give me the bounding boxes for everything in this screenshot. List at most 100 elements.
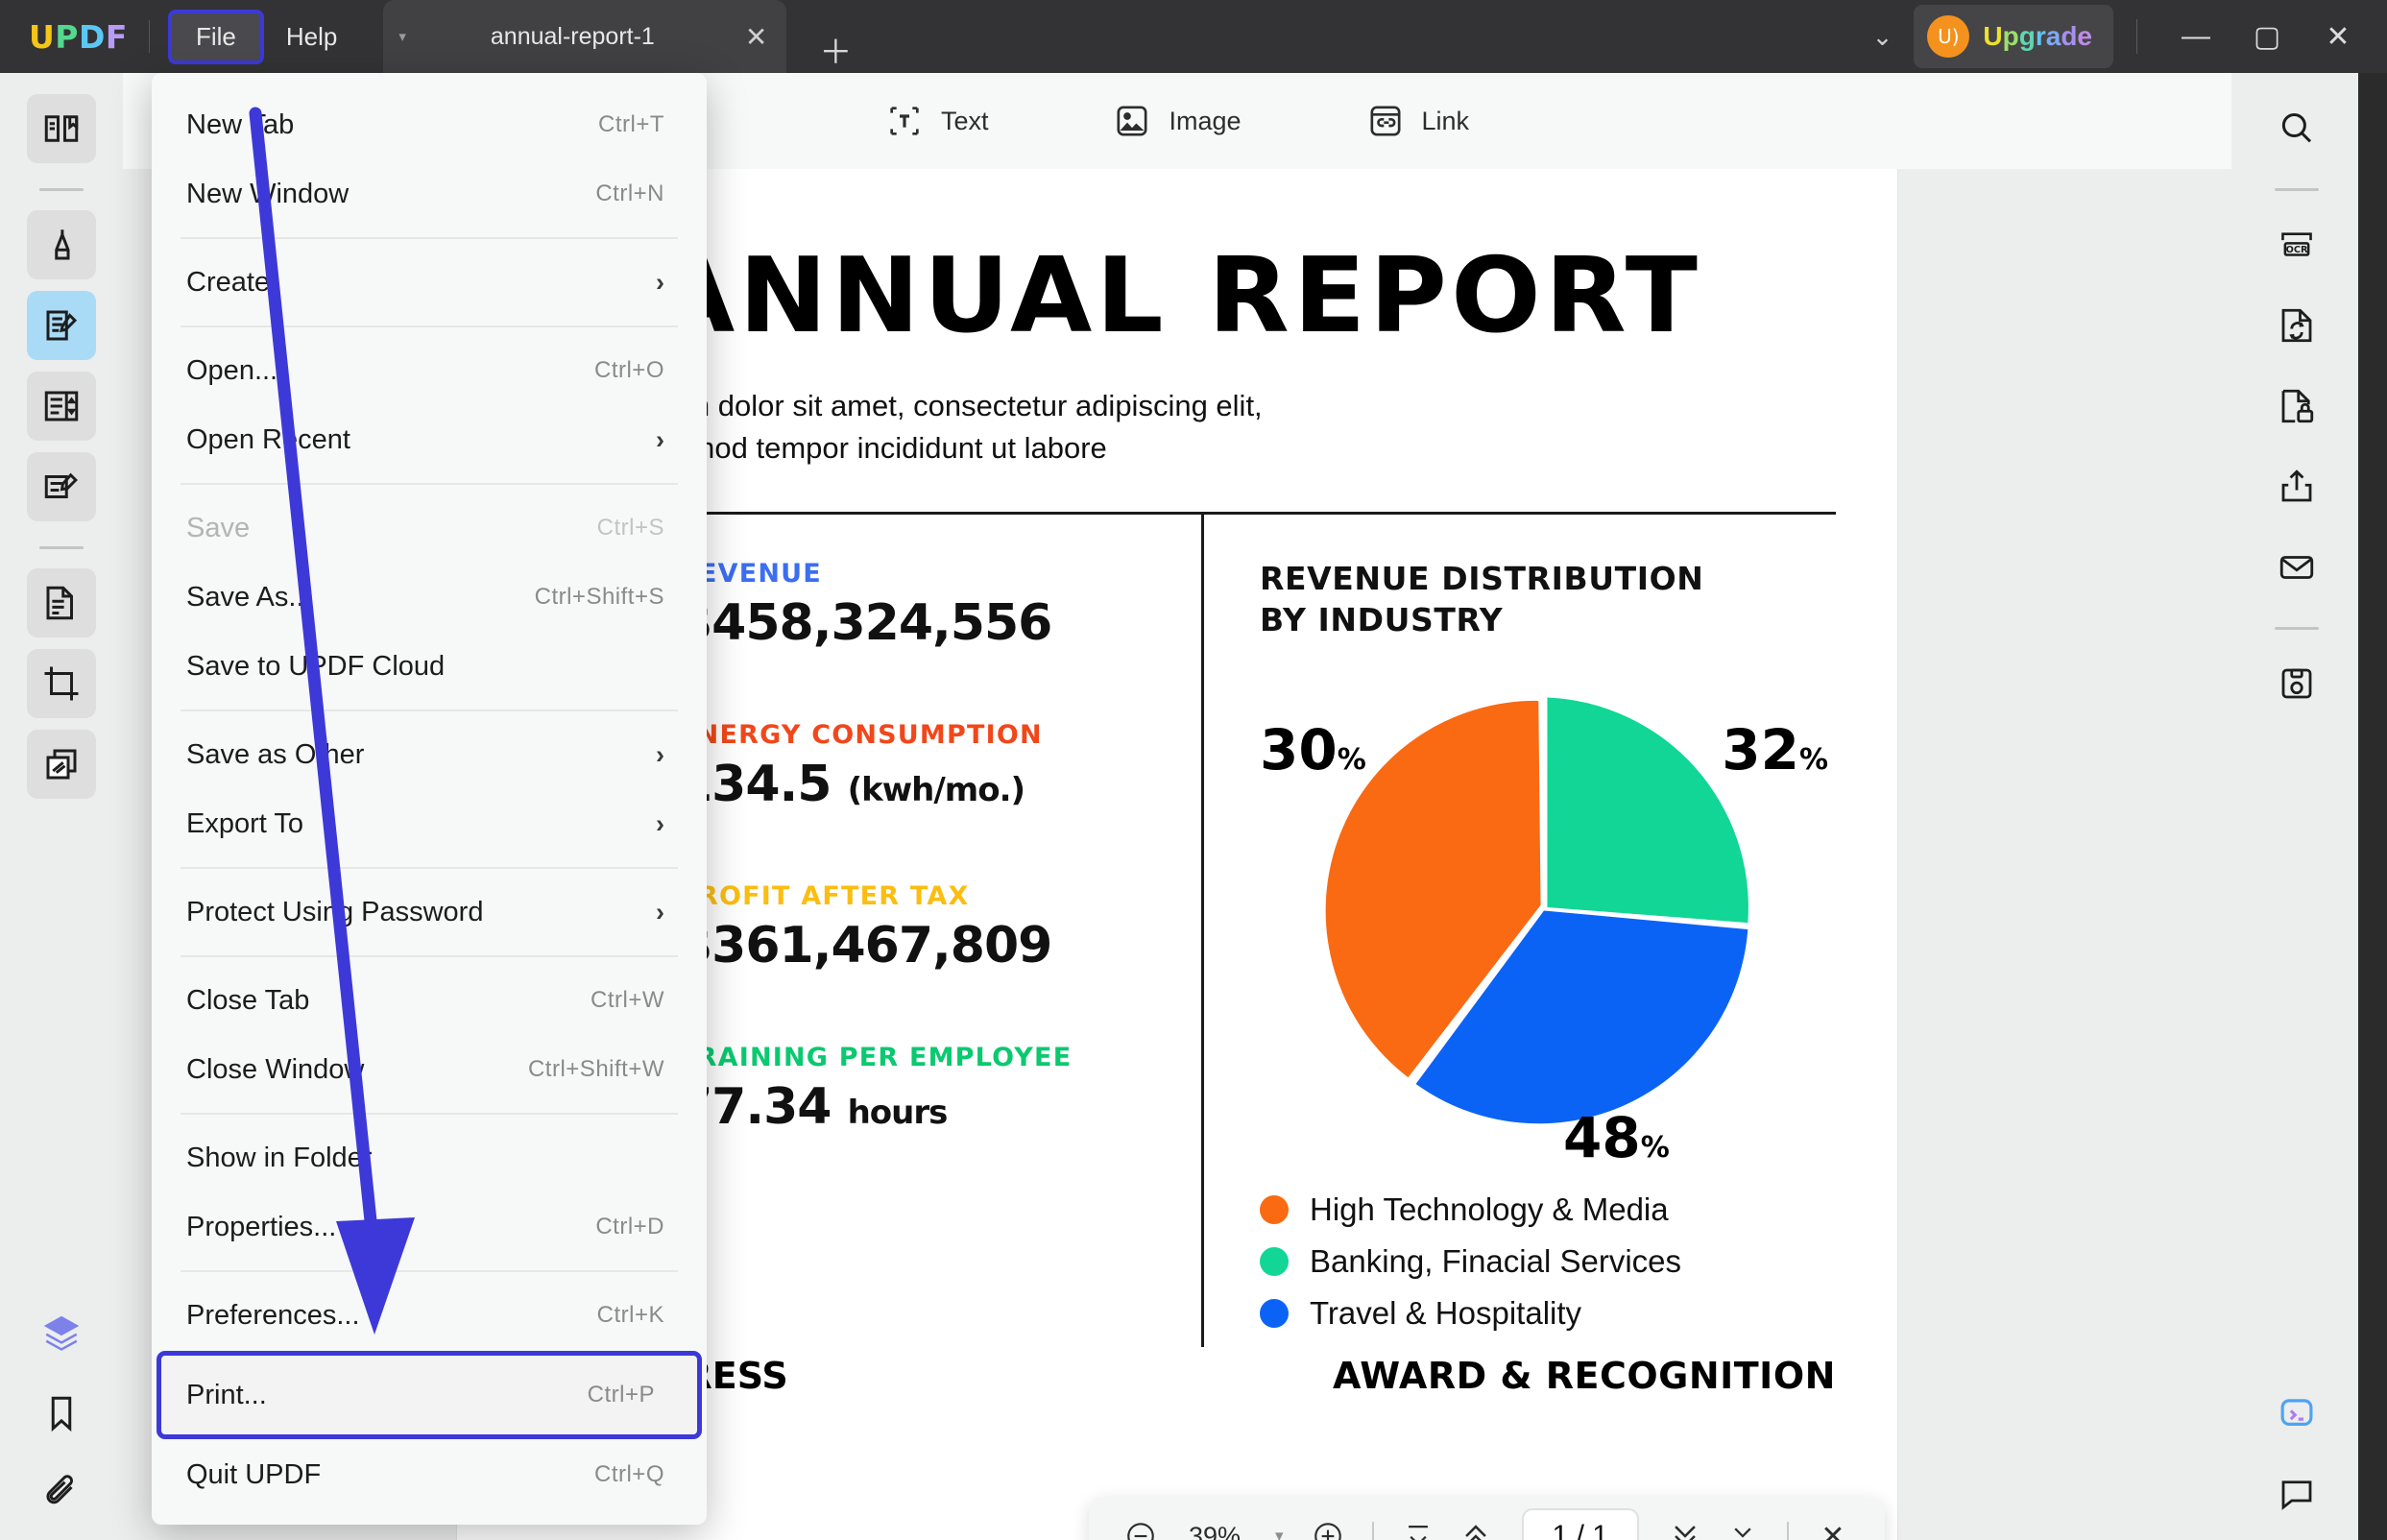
legend-dot-hightech [1260, 1195, 1289, 1224]
ai-assistant-icon[interactable] [2262, 1379, 2331, 1448]
sidebar-item-annotate[interactable] [27, 210, 96, 279]
convert-icon[interactable] [2262, 291, 2331, 360]
menu-item-shortcut: Ctrl+O [594, 357, 664, 384]
menu-item-shortcut: Ctrl+K [597, 1302, 664, 1329]
maximize-button[interactable]: ▢ [2231, 20, 2303, 54]
menu-item-shortcut: Ctrl+S [597, 515, 664, 541]
menu-divider [181, 237, 678, 239]
prev-page-button[interactable] [1449, 1509, 1503, 1540]
kpi-revenue-body: REVENUE $458,324,556 [678, 559, 1051, 652]
menu-item-properties[interactable]: Properties...Ctrl+D [152, 1192, 707, 1262]
titlebar-divider [149, 20, 150, 53]
page-navigation-bar: 39% ▾ 1 / 1 ✕ [1089, 1498, 1885, 1540]
right-edge-pad [2358, 73, 2387, 1540]
tool-image-label: Image [1169, 107, 1241, 136]
sidebar-item-form-edit[interactable] [27, 452, 96, 521]
sidebar-item-reader[interactable] [27, 94, 96, 163]
zoom-dropdown-caret-icon[interactable]: ▾ [1262, 1527, 1297, 1540]
menu-help[interactable]: Help [261, 12, 362, 61]
menu-item-protect-using-password[interactable]: Protect Using Password› [152, 878, 707, 947]
protect-icon[interactable] [2262, 372, 2331, 441]
close-pagebar-button[interactable]: ✕ [1806, 1509, 1860, 1540]
right-toolbar: OCR [2235, 73, 2358, 1540]
new-tab-button[interactable]: ＋ [819, 26, 852, 73]
menu-item-shortcut: Ctrl+N [595, 180, 664, 207]
next-page-button[interactable] [1658, 1509, 1712, 1540]
chart-title-line-2: BY INDUSTRY [1260, 600, 1836, 640]
menu-item-export-to[interactable]: Export To› [152, 789, 707, 858]
sidebar-item-crop[interactable] [27, 649, 96, 718]
menu-item-close-window[interactable]: Close WindowCtrl+Shift+W [152, 1035, 707, 1104]
sidebar-item-document-copy[interactable] [27, 568, 96, 638]
menu-item-new-window[interactable]: New WindowCtrl+N [152, 159, 707, 229]
menu-item-open-recent[interactable]: Open Recent› [152, 405, 707, 474]
sidebar-item-attachment[interactable] [27, 1459, 96, 1528]
menu-item-label: Open Recent [186, 424, 350, 456]
upgrade-button[interactable]: U) Upgrade [1914, 5, 2113, 68]
search-icon[interactable] [2262, 94, 2331, 163]
last-page-button[interactable] [1716, 1509, 1770, 1540]
save-icon[interactable] [2262, 649, 2331, 718]
menu-item-save: SaveCtrl+S [152, 493, 707, 563]
menu-item-create[interactable]: Create› [152, 248, 707, 317]
menu-file[interactable]: File [171, 12, 261, 61]
chart-column: REVENUE DISTRIBUTION BY INDUSTRY [1204, 515, 1836, 1346]
menu-item-label: Properties... [186, 1212, 336, 1243]
zoom-in-button[interactable] [1301, 1509, 1355, 1540]
share-icon[interactable] [2262, 452, 2331, 521]
ocr-icon[interactable]: OCR [2262, 210, 2331, 279]
page-bottom-row: ADDRESS AWARD & RECOGNITION [518, 1355, 1836, 1397]
pie-label-48-pct: % [1641, 1131, 1670, 1165]
menu-item-label: New Tab [186, 109, 294, 141]
menu-item-save-as[interactable]: Save As...Ctrl+Shift+S [152, 563, 707, 632]
tool-text[interactable]: Text [885, 102, 989, 140]
menu-item-print[interactable]: Print...Ctrl+P [161, 1356, 697, 1434]
sidebar-item-organize-pages[interactable] [27, 372, 96, 441]
zoom-level-label[interactable]: 39% [1171, 1522, 1258, 1540]
menu-item-label: Open... [186, 355, 277, 387]
tab-strip: ▾ annual-report-1 ✕ ＋ [383, 0, 852, 73]
menu-item-close-tab[interactable]: Close TabCtrl+W [152, 966, 707, 1035]
menu-item-quit-updf[interactable]: Quit UPDFCtrl+Q [152, 1440, 707, 1509]
email-icon[interactable] [2262, 533, 2331, 602]
menu-divider [181, 1113, 678, 1115]
first-page-button[interactable] [1391, 1509, 1445, 1540]
sidebar-item-edit-pdf[interactable] [27, 291, 96, 360]
menu-item-show-in-folder[interactable]: Show in Folder [152, 1123, 707, 1192]
menu-item-new-tab[interactable]: New TabCtrl+T [152, 90, 707, 159]
legend-item: Banking, Finacial Services [1260, 1243, 1836, 1280]
upgrade-label: Upgrade [1983, 21, 2092, 52]
tab-close-icon[interactable]: ✕ [745, 21, 767, 53]
sidebar-item-batch[interactable] [27, 730, 96, 799]
menu-item-label: Close Tab [186, 985, 309, 1017]
logo-letter-f: F [106, 18, 128, 56]
right-rail-divider [2275, 188, 2319, 191]
menu-item-open[interactable]: Open... Ctrl+O [152, 336, 707, 405]
menu-item-preferences[interactable]: Preferences...Ctrl+K [152, 1281, 707, 1350]
file-menu-dropdown[interactable]: New TabCtrl+T New WindowCtrl+N Create› O… [152, 73, 707, 1525]
menu-divider [181, 710, 678, 711]
menu-item-shortcut: Ctrl+P [588, 1382, 655, 1408]
tool-link[interactable]: Link [1366, 102, 1470, 140]
chevron-right-icon: › [656, 898, 664, 927]
menu-item-save-as-other[interactable]: Save as Other› [152, 720, 707, 789]
award-section: AWARD & RECOGNITION [1277, 1355, 1836, 1397]
chart-title-line-1: REVENUE DISTRIBUTION [1260, 559, 1836, 599]
pie-label-30-pct: % [1338, 743, 1366, 777]
sidebar-item-layers[interactable] [27, 1298, 96, 1367]
chevron-down-icon[interactable]: ⌄ [1851, 22, 1915, 52]
tool-link-label: Link [1422, 107, 1470, 136]
menu-item-save-to-updf-cloud[interactable]: Save to UPDF Cloud [152, 632, 707, 701]
minimize-button[interactable]: — [2160, 20, 2231, 53]
zoom-out-button[interactable] [1114, 1509, 1168, 1540]
window-controls-divider [2136, 19, 2137, 54]
pie-label-48: 48% [1563, 1105, 1670, 1170]
chevron-right-icon: › [656, 268, 664, 298]
comment-icon[interactable] [2262, 1459, 2331, 1528]
sidebar-item-bookmark[interactable] [27, 1379, 96, 1448]
close-window-button[interactable]: ✕ [2303, 20, 2374, 54]
tool-image[interactable]: Image [1113, 102, 1241, 140]
tab-caret-icon[interactable]: ▾ [398, 28, 406, 45]
tab-annual-report-1[interactable]: ▾ annual-report-1 ✕ [383, 0, 786, 73]
page-indicator[interactable]: 1 / 1 [1522, 1508, 1639, 1540]
